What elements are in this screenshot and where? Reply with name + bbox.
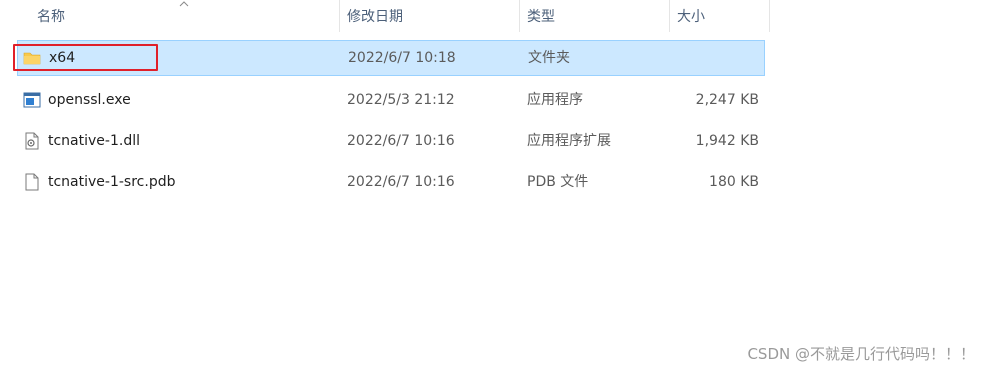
file-size: 1,942 KB [695, 133, 759, 149]
file-row-openssl[interactable]: openssl.exe 2022/5/3 21:12 应用程序 2,247 KB [17, 82, 765, 118]
column-header-date[interactable]: 修改日期 [347, 0, 403, 32]
sort-up-icon [179, 1, 189, 7]
file-date: 2022/5/3 21:12 [347, 92, 455, 108]
column-divider[interactable] [339, 0, 340, 32]
column-divider[interactable] [769, 0, 770, 32]
file-row-tcnative-dll[interactable]: tcnative-1.dll 2022/6/7 10:16 应用程序扩展 1,9… [17, 123, 765, 159]
exe-icon [23, 92, 41, 108]
dll-icon [25, 132, 39, 150]
column-divider[interactable] [669, 0, 670, 32]
file-date: 2022/6/7 10:16 [347, 174, 455, 190]
file-type: 应用程序扩展 [527, 133, 611, 149]
column-divider[interactable] [519, 0, 520, 32]
file-type: 应用程序 [527, 92, 583, 108]
file-name: tcnative-1.dll [48, 133, 140, 149]
file-name: openssl.exe [48, 92, 131, 108]
file-size: 180 KB [709, 174, 759, 190]
column-header-size[interactable]: 大小 [677, 0, 705, 32]
file-row-tcnative-pdb[interactable]: tcnative-1-src.pdb 2022/6/7 10:16 PDB 文件… [17, 164, 765, 200]
watermark-text: CSDN @不就是几行代码吗！！！ [747, 345, 975, 363]
file-size: 2,247 KB [695, 92, 759, 108]
file-type: 文件夹 [528, 50, 570, 66]
annotation-highlight-box [13, 44, 158, 71]
column-header-bar: 名称 修改日期 类型 大小 [0, 0, 770, 32]
file-icon [25, 173, 39, 191]
file-date: 2022/6/7 10:18 [348, 50, 456, 66]
file-name: tcnative-1-src.pdb [48, 174, 176, 190]
file-type: PDB 文件 [527, 174, 589, 190]
column-header-type[interactable]: 类型 [527, 0, 555, 32]
column-header-name[interactable]: 名称 [37, 0, 65, 32]
file-date: 2022/6/7 10:16 [347, 133, 455, 149]
